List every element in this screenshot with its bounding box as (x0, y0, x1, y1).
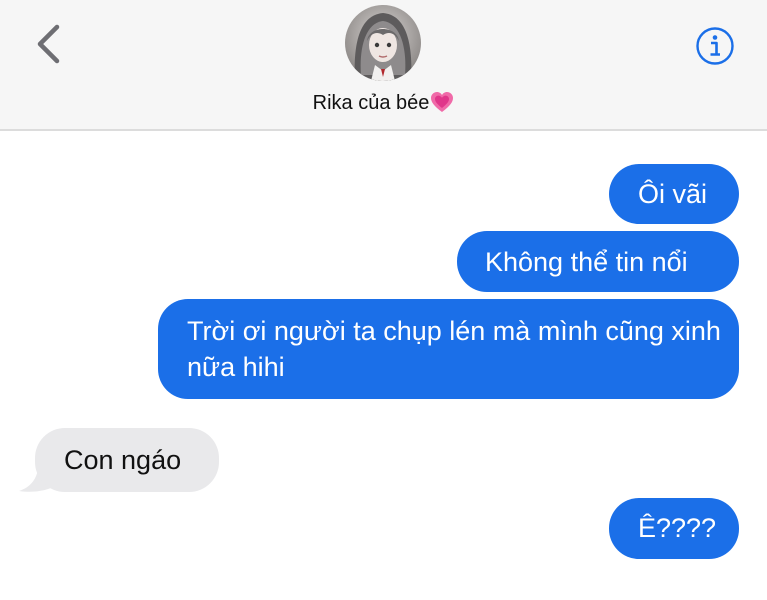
info-button[interactable] (695, 26, 735, 66)
message-thread[interactable]: Ôi vãi Không thể tin nổi Trời ơi người t… (0, 131, 767, 600)
chevron-left-icon (37, 24, 60, 64)
message-bubble-outgoing[interactable]: Không thể tin nổi (457, 231, 739, 292)
message-text: Con ngáo (64, 445, 182, 475)
message-text: Ê???? (638, 513, 717, 543)
message-text: Không thể tin nổi (485, 247, 688, 277)
message-text: Trời ơi người ta chụp lén mà mình cũng x… (187, 316, 721, 382)
contact-name-label: Rika của bée (312, 92, 430, 114)
avatar-portrait (345, 5, 421, 81)
messages-screen: Rika của bée Ôi vãi Không thể tin nổi Tr… (0, 0, 767, 600)
conversation-header: Rika của bée (0, 0, 767, 131)
message-bubble-outgoing[interactable]: Ôi vãi (609, 164, 739, 224)
info-circle-icon (696, 27, 734, 65)
contact-name[interactable]: Rika của bée (0, 91, 767, 115)
message-bubble-outgoing[interactable]: Trời ơi người ta chụp lén mà mình cũng x… (158, 299, 739, 399)
contact-avatar[interactable] (345, 5, 421, 81)
message-text: Ôi vãi (638, 179, 708, 209)
message-bubble-incoming[interactable]: Con ngáo (35, 428, 219, 492)
message-bubble-outgoing[interactable]: Ê???? (609, 498, 739, 559)
growing-heart-icon (431, 92, 454, 112)
back-button[interactable] (32, 22, 72, 66)
